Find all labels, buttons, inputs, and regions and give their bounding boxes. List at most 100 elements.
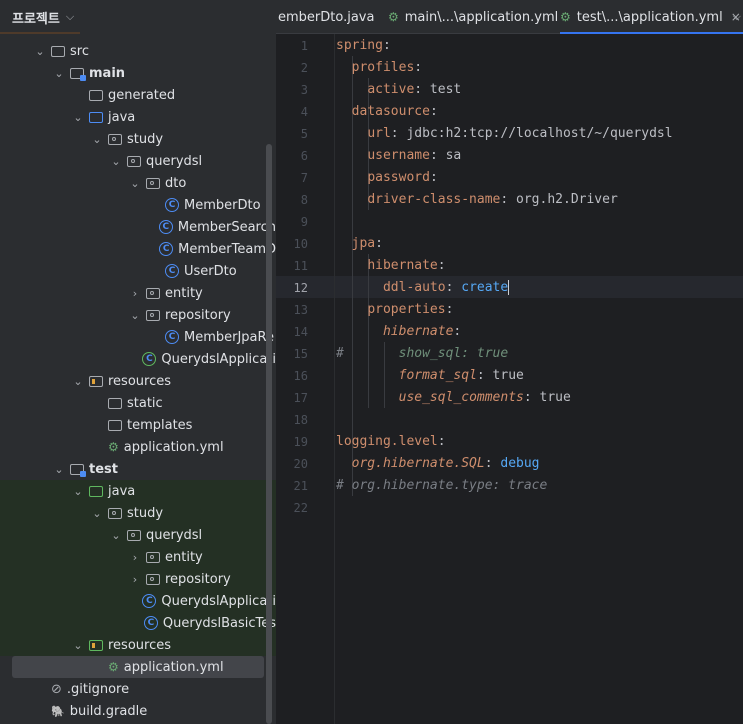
code-line[interactable]: datasource: [336, 101, 438, 123]
tree-item[interactable]: ⚙ application.yml [0, 436, 276, 458]
tree-item[interactable]: C MemberJpaRe [0, 326, 276, 348]
code-line[interactable]: # show_sql: true [336, 343, 508, 365]
tree-item[interactable]: ⌄ main [0, 62, 276, 84]
tree-item[interactable]: ⌄ resources [0, 370, 276, 392]
code-token: hibernate [382, 324, 454, 339]
line-number-gutter[interactable]: 1 2 3 4 5 6 7 8 9 10 11 12 13 14 15 16 17 18 19 20 21 22 [276, 34, 334, 724]
tree-item[interactable]: ⌄ java [0, 106, 276, 128]
project-tree-scrollbar[interactable] [266, 144, 272, 724]
tree-item[interactable]: ⌄ study [0, 128, 276, 150]
code-line[interactable]: properties: [336, 299, 453, 321]
tree-item[interactable]: 🐘 build.gradle [0, 700, 276, 722]
code-line[interactable]: hibernate: [336, 321, 461, 343]
tree-item[interactable]: C MemberTeamD [0, 238, 276, 260]
tree-item[interactable]: ⌄ src [0, 40, 276, 62]
code-line[interactable]: jpa: [336, 233, 383, 255]
tree-item[interactable]: › entity [0, 546, 276, 568]
chevron-down-icon[interactable]: ⌄ [128, 309, 142, 322]
line-number: 13 [293, 303, 308, 317]
code-line[interactable]: # org.hibernate.type: trace [336, 475, 547, 497]
code-line[interactable]: logging.level: [336, 431, 446, 453]
chevron-down-icon[interactable]: ⌄ [52, 463, 66, 476]
tree-item[interactable]: C QuerydslApplicati [0, 348, 276, 370]
code-token: : [437, 258, 446, 273]
line-number: 14 [293, 325, 308, 339]
tab-member-dto[interactable]: emberDto.java [278, 0, 374, 34]
tree-item[interactable]: ⚙ application.yml [12, 656, 264, 678]
code-token: use_sql_comments [398, 390, 524, 405]
tree-item[interactable]: ⌄ repository [0, 304, 276, 326]
chevron-down-icon[interactable]: ⌄ [90, 133, 104, 146]
line-number: 22 [293, 501, 308, 515]
chevron-down-icon[interactable]: ⌄ [128, 177, 142, 190]
tab-test-application-yml[interactable]: ⚙ test\...\application.yml × [560, 0, 743, 34]
code-line[interactable]: url: jdbc:h2:tcp://localhost/~/querydsl [336, 123, 672, 145]
tree-item[interactable]: › entity [0, 282, 276, 304]
line-number: 17 [293, 391, 308, 405]
code-line[interactable]: active: test [336, 79, 461, 101]
chevron-down-icon[interactable]: ⌄ [71, 375, 85, 388]
tree-item[interactable]: static [0, 392, 276, 414]
tree-item[interactable]: C QuerydslBasicTes [0, 612, 276, 634]
line-number: 10 [293, 237, 308, 251]
code-line[interactable]: password: [336, 167, 437, 189]
chevron-down-icon[interactable]: ⌄ [109, 155, 123, 168]
chevron-down-icon[interactable]: ⌵ [733, 10, 741, 24]
tree-item[interactable]: ⌄ querydsl [0, 150, 276, 172]
yml-file-icon: ⚙ [560, 10, 571, 24]
code-token: : true [523, 390, 571, 405]
tree-item-label: querydsl [146, 527, 203, 543]
tree-item[interactable]: C QuerydslApplicati [0, 590, 276, 612]
test-source-folder-icon [89, 485, 103, 497]
project-panel-header[interactable]: 프로젝트 ⌵ [0, 0, 276, 34]
code-token: : test [414, 82, 462, 97]
tree-item[interactable]: templates [0, 414, 276, 436]
code-line[interactable]: hibernate: [336, 255, 446, 277]
line-number: 12 [293, 281, 308, 295]
tree-item[interactable]: C MemberDto [0, 194, 276, 216]
chevron-down-icon[interactable]: ⌄ [71, 485, 85, 498]
code-line[interactable]: format_sql: true [336, 365, 524, 387]
tree-item-label: MemberSearch [177, 219, 276, 235]
tree-item[interactable]: C UserDto [0, 260, 276, 282]
yml-file-icon: ⚙ [108, 440, 119, 454]
chevron-down-icon[interactable]: ⌄ [52, 67, 66, 80]
tree-item[interactable]: generated [0, 84, 276, 106]
tree-item-label: resources [108, 373, 172, 389]
code-token: : [484, 456, 501, 471]
chevron-down-icon[interactable]: ⌄ [71, 111, 85, 124]
tree-item-label: MemberJpaRe [184, 329, 274, 345]
tree-item[interactable]: ⌄ dto [0, 172, 276, 194]
code-token: ddl-auto [382, 280, 446, 295]
chevron-down-icon[interactable]: ⌄ [90, 507, 104, 520]
tree-item[interactable]: ⌄ java [0, 480, 276, 502]
code-line[interactable]: spring: [336, 35, 391, 57]
tree-item[interactable]: ⌄ test [0, 458, 276, 480]
chevron-down-icon[interactable]: ⌵ [66, 10, 74, 24]
chevron-down-icon[interactable]: ⌄ [109, 529, 123, 542]
tree-item[interactable]: C MemberSearch [0, 216, 276, 238]
tree-item[interactable]: › repository [0, 568, 276, 590]
tree-item[interactable]: ⌄ study [0, 502, 276, 524]
tree-item[interactable]: ⌄ resources [0, 634, 276, 656]
code-token: : [414, 60, 423, 75]
tree-item[interactable]: ⊘ .gitignore [0, 678, 276, 700]
code-line[interactable]: org.hibernate.SQL: debug [336, 453, 540, 475]
chevron-down-icon[interactable]: ⌄ [33, 45, 47, 58]
code-line[interactable]: username: sa [336, 145, 461, 167]
tree-item[interactable]: ⌄ querydsl [0, 524, 276, 546]
chevron-down-icon[interactable]: ⌄ [71, 639, 85, 652]
code-line[interactable]: profiles: [336, 57, 422, 79]
chevron-right-icon[interactable]: › [128, 287, 142, 300]
tab-main-application-yml[interactable]: ⚙ main\...\application.yml [388, 0, 558, 34]
chevron-right-icon[interactable]: › [128, 551, 142, 564]
code-line[interactable]: driver-class-name: org.h2.Driver [336, 189, 617, 211]
code-line[interactable]: ddl-auto: create [336, 277, 510, 299]
code-line[interactable]: use_sql_comments: true [336, 387, 571, 409]
tree-item-label: QuerydslBasicTes [162, 615, 276, 631]
code-token: format_sql [398, 368, 477, 383]
chevron-right-icon[interactable]: › [128, 573, 142, 586]
